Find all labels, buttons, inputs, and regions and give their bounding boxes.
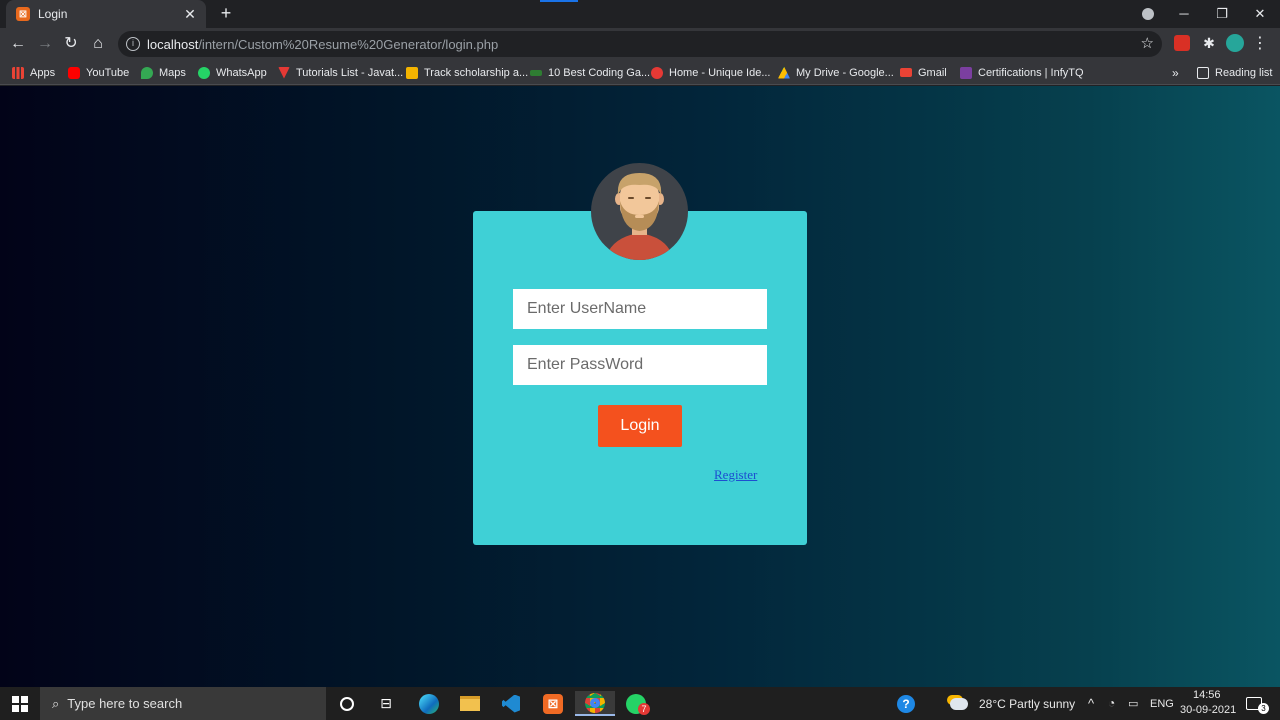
google-drive-icon xyxy=(778,66,790,79)
bookmark-youtube[interactable]: YouTube xyxy=(68,64,129,81)
whatsapp-icon xyxy=(198,66,210,79)
tab-search-icon[interactable] xyxy=(1142,8,1154,20)
tab-title: Login xyxy=(38,7,68,21)
xampp-icon: ⊠ xyxy=(16,7,30,21)
scholarship-icon xyxy=(406,66,418,79)
home-icon[interactable]: ⌂ xyxy=(86,32,110,56)
battery-icon[interactable]: ▭ xyxy=(1128,697,1138,710)
rss-icon xyxy=(651,66,663,79)
taskbar-search-input[interactable]: ⌕ Type here to search xyxy=(40,687,326,720)
back-icon[interactable]: ← xyxy=(6,32,30,56)
extensions-puzzle-icon[interactable]: ✱ xyxy=(1201,35,1217,51)
username-input[interactable] xyxy=(513,289,767,329)
address-bar[interactable]: i localhost/intern/Custom%20Resume%20Gen… xyxy=(118,31,1162,57)
page-background: Login Register xyxy=(0,86,1280,687)
xampp-icon[interactable]: ⊠ xyxy=(533,691,573,716)
close-tab-icon[interactable]: ✕ xyxy=(180,6,200,23)
help-icon[interactable]: ? xyxy=(886,691,926,716)
more-bookmarks-icon[interactable]: » xyxy=(1172,64,1179,81)
weather-text[interactable]: 28°C Partly sunny xyxy=(979,697,1075,711)
register-link[interactable]: Register xyxy=(714,467,757,483)
notification-center-icon[interactable]: 3 xyxy=(1236,691,1272,716)
bookmark-javatpoint[interactable]: Tutorials List - Javat... xyxy=(278,64,403,81)
vscode-icon[interactable] xyxy=(491,691,531,716)
youtube-icon xyxy=(68,66,80,79)
login-card: Login Register xyxy=(473,211,807,545)
whatsapp-badge: 7 xyxy=(638,703,650,715)
bookmark-apps[interactable]: Apps xyxy=(12,64,55,81)
bookmark-coding-games[interactable]: 10 Best Coding Ga... xyxy=(530,64,650,81)
bookmark-google-drive[interactable]: My Drive - Google... xyxy=(778,64,894,81)
apps-grid-icon xyxy=(12,66,24,79)
notification-count: 3 xyxy=(1258,703,1269,714)
file-explorer-icon[interactable] xyxy=(450,691,490,716)
password-input[interactable] xyxy=(513,345,767,385)
network-icon[interactable]: ◔ xyxy=(1108,696,1115,710)
gmail-icon xyxy=(900,68,912,77)
task-view-icon[interactable]: ⊟ xyxy=(366,691,406,716)
bookmark-star-icon[interactable]: ☆ xyxy=(1141,34,1154,52)
browser-toolbar: ← → ↻ ⌂ i localhost/intern/Custom%20Resu… xyxy=(0,28,1280,60)
user-avatar-icon xyxy=(591,163,688,260)
pocket-extension-icon[interactable] xyxy=(1174,35,1190,51)
clock-time[interactable]: 14:56 xyxy=(1193,689,1221,701)
reading-list-button[interactable]: Reading list xyxy=(1197,64,1272,81)
site-info-icon[interactable]: i xyxy=(126,37,140,51)
address-url[interactable]: localhost/intern/Custom%20Resume%20Gener… xyxy=(147,37,498,52)
infytq-icon xyxy=(960,66,972,79)
maps-icon xyxy=(141,66,153,79)
clock-date[interactable]: 30-09-2021 xyxy=(1180,704,1236,716)
bookmark-infytq[interactable]: Certifications | InfyTQ xyxy=(960,64,1084,81)
search-icon: ⌕ xyxy=(52,695,60,711)
bookmark-unique-ideas[interactable]: Home - Unique Ide... xyxy=(651,64,771,81)
restore-icon[interactable]: ❐ xyxy=(1204,0,1240,28)
javatpoint-icon xyxy=(278,66,290,79)
chrome-browser-icon[interactable] xyxy=(575,691,615,716)
windows-taskbar: ⌕ Type here to search ⊟ ⊠ 7 ? 28°C Partl… xyxy=(0,687,1280,720)
bookmark-whatsapp[interactable]: WhatsApp xyxy=(198,64,267,81)
profile-avatar-icon[interactable] xyxy=(1226,34,1244,52)
weather-partly-sunny-icon[interactable] xyxy=(944,691,974,716)
bookmark-gmail[interactable]: Gmail xyxy=(900,64,947,81)
bookmark-scholarship[interactable]: Track scholarship a... xyxy=(406,64,528,81)
show-hidden-icons-icon[interactable]: ^ xyxy=(1088,696,1094,711)
tab-login[interactable]: ⊠ Login ✕ xyxy=(6,0,206,28)
browser-menu-icon[interactable]: ⋮ xyxy=(1250,32,1270,56)
edge-browser-icon[interactable] xyxy=(409,691,449,716)
language-indicator[interactable]: ENG xyxy=(1150,698,1174,710)
browser-tab-strip: ⊠ Login ✕ + ─ ❐ ✕ xyxy=(0,0,1280,28)
cortana-icon[interactable] xyxy=(327,691,367,716)
windows-start-icon[interactable] xyxy=(0,687,40,720)
reading-list-icon xyxy=(1197,66,1209,79)
reload-icon[interactable]: ↻ xyxy=(59,32,83,56)
login-button[interactable]: Login xyxy=(598,405,682,447)
tab-strip-accent xyxy=(540,0,578,2)
coding-games-icon xyxy=(530,69,542,76)
new-tab-icon[interactable]: + xyxy=(216,3,236,23)
bookmarks-bar: Apps YouTube Maps WhatsApp Tutorials Lis… xyxy=(0,60,1280,85)
forward-icon[interactable]: → xyxy=(33,32,57,56)
minimize-icon[interactable]: ─ xyxy=(1166,0,1202,28)
whatsapp-icon[interactable]: 7 xyxy=(616,691,656,716)
window-close-icon[interactable]: ✕ xyxy=(1242,0,1278,28)
bookmark-maps[interactable]: Maps xyxy=(141,64,186,81)
